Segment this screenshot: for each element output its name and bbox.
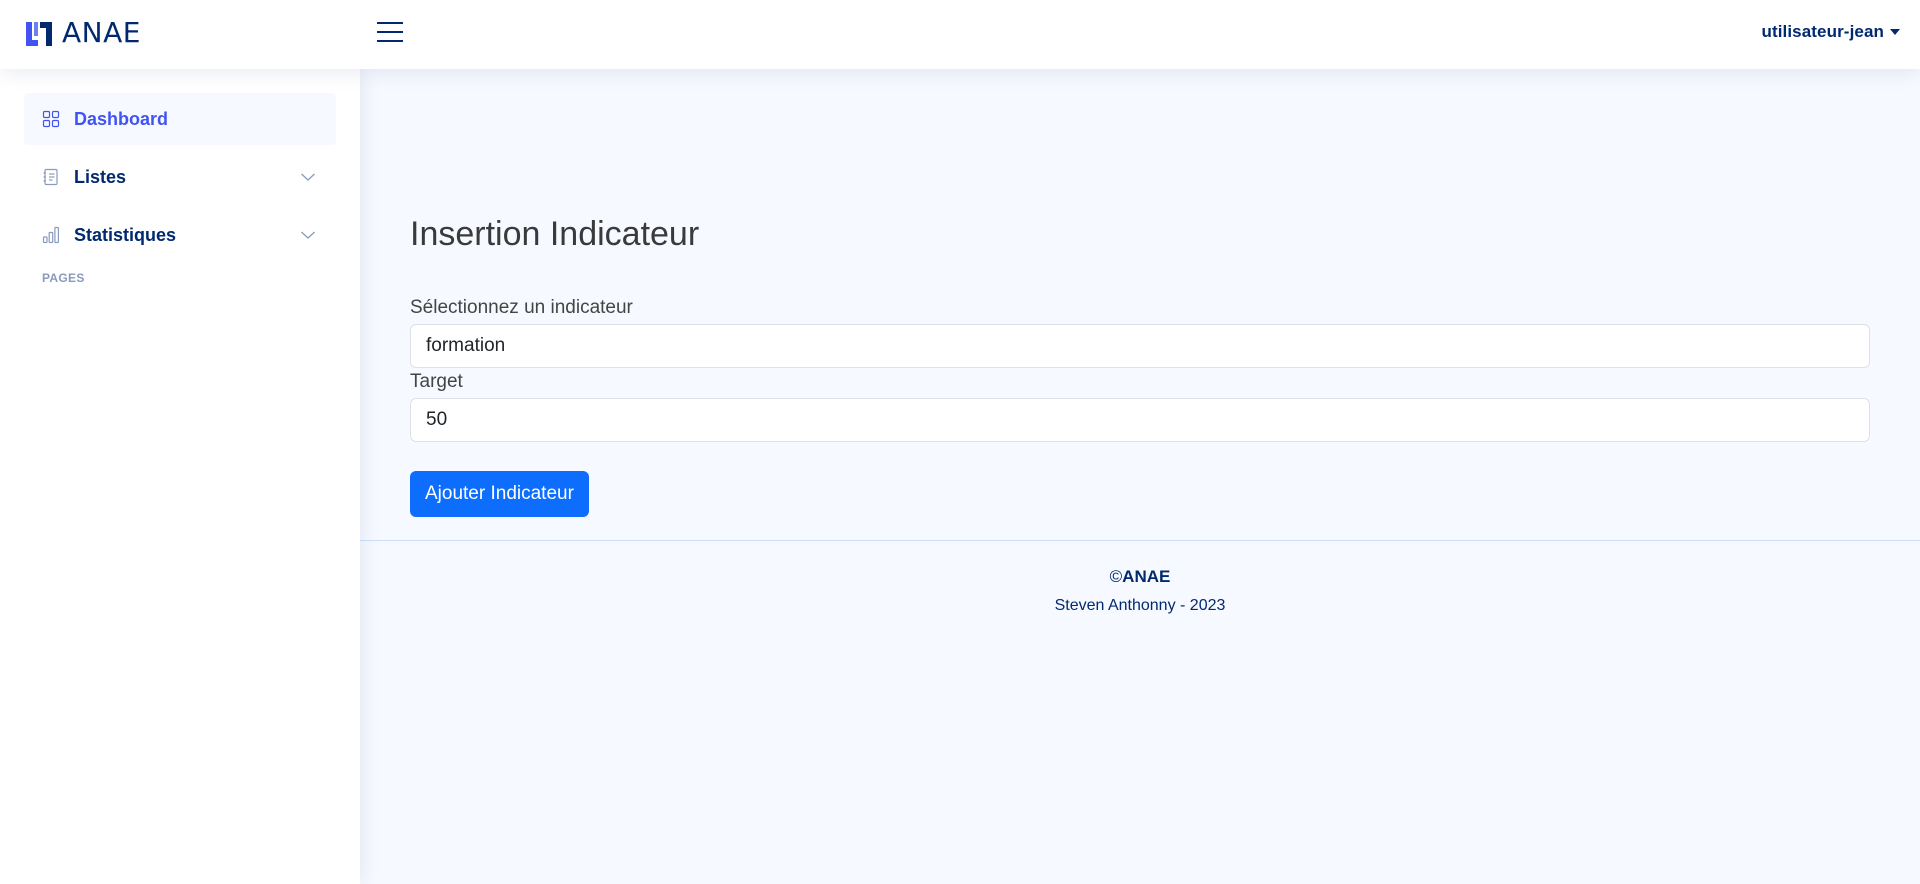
page-title: Insertion Indicateur [410,215,700,253]
journal-text-icon [43,168,58,186]
hamburger-icon-line [377,40,403,42]
logo-text: ANAE [62,16,141,49]
chevron-down-icon [301,231,315,239]
sidebar-item-dashboard[interactable]: Dashboard [24,93,336,145]
user-name: utilisateur-jean [1761,22,1884,41]
copyright: ©ANAE [360,567,1920,587]
sidebar-heading-pages: Pages [42,271,85,285]
main-content: Insertion Indicateur Sélectionnez un ind… [360,69,1920,884]
credits: Steven Anthonny - 2023 [1054,597,1226,614]
sidebar: Dashboard Listes Statistiques Pages [0,69,360,884]
copyright-brand: ANAE [1122,567,1171,586]
indicator-label: Sélectionnez un indicateur [410,297,633,318]
copyright-symbol: © [1109,567,1123,586]
logo-icon [26,22,52,46]
footer: ©ANAE Steven Anthonny - 2023 [360,540,1920,615]
target-label: Target [410,371,463,392]
chevron-down-icon [301,173,315,181]
bar-chart-icon [42,226,59,244]
top-header: ANAE utilisateur-jean [0,0,1920,69]
sidebar-toggle-button[interactable] [377,20,405,46]
indicator-input[interactable] [410,324,1870,368]
caret-down-icon [1890,29,1900,35]
sidebar-item-listes[interactable]: Listes [24,151,336,203]
sidebar-item-label: Dashboard [74,108,169,129]
logo[interactable]: ANAE [24,17,141,49]
target-input[interactable] [410,398,1870,442]
user-menu-dropdown[interactable]: utilisateur-jean [1761,22,1900,42]
sidebar-item-statistiques[interactable]: Statistiques [24,209,336,261]
add-indicator-button[interactable]: Ajouter Indicateur [410,471,589,517]
sidebar-item-label: Statistiques [74,224,177,245]
hamburger-icon-line [377,31,403,33]
hamburger-icon-line [377,22,403,24]
grid-icon [42,110,60,128]
sidebar-item-label: Listes [74,166,127,187]
